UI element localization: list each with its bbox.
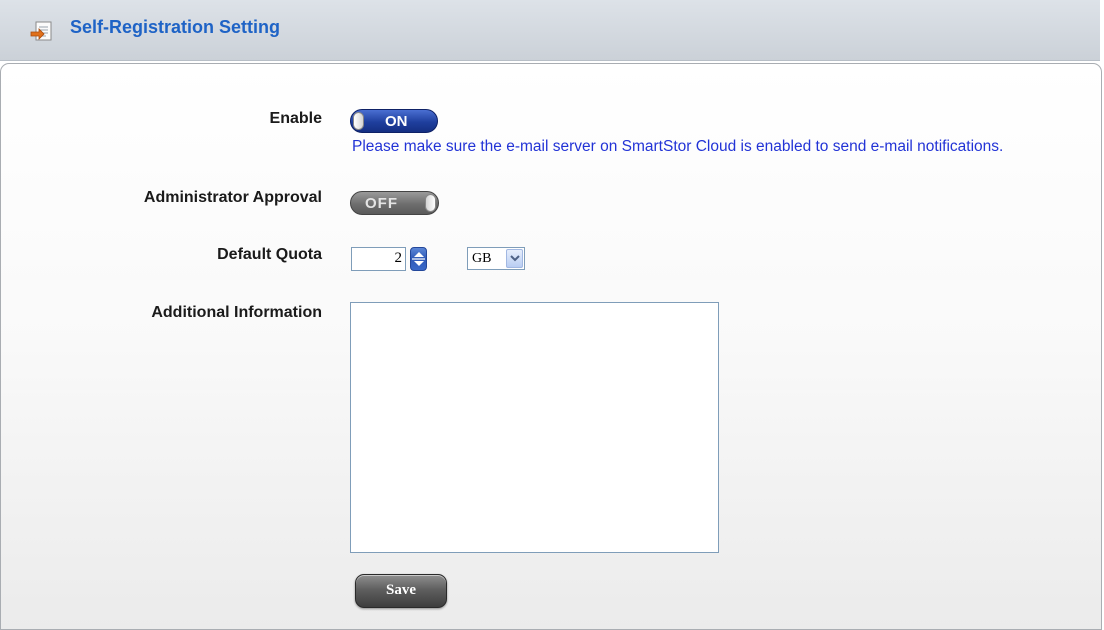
chevron-down-icon [510, 255, 520, 262]
quota-unit-select[interactable]: GB [467, 247, 525, 270]
admin-approval-label: Administrator Approval [143, 189, 322, 206]
page-title: Self-Registration Setting [70, 17, 281, 37]
admin-approval-toggle[interactable]: OFF [350, 191, 439, 215]
spin-up-icon[interactable] [414, 252, 424, 257]
self-registration-page: Self-Registration Setting Enable ON Plea… [0, 0, 1104, 630]
page-header: Self-Registration Setting [0, 0, 1100, 61]
toggle-knob [353, 112, 364, 130]
default-quota-label: Default Quota [217, 246, 322, 263]
spin-down-icon[interactable] [414, 261, 424, 266]
enable-toggle[interactable]: ON [350, 109, 438, 133]
admin-approval-toggle-state: OFF [365, 195, 398, 212]
toggle-knob [425, 194, 436, 212]
dropdown-arrow-button[interactable] [506, 249, 523, 268]
additional-info-label: Additional Information [151, 304, 322, 321]
quota-unit-value: GB [472, 251, 492, 266]
save-button[interactable]: Save [355, 574, 447, 608]
spin-divider [412, 258, 425, 260]
enable-label: Enable [269, 110, 322, 127]
quota-input[interactable]: 2 [351, 247, 406, 271]
document-edit-icon [30, 20, 54, 42]
email-server-notice: Please make sure the e-mail server on Sm… [352, 138, 1004, 155]
enable-toggle-state: ON [385, 113, 408, 130]
quota-stepper[interactable] [410, 247, 427, 271]
additional-info-textarea[interactable] [350, 302, 719, 553]
